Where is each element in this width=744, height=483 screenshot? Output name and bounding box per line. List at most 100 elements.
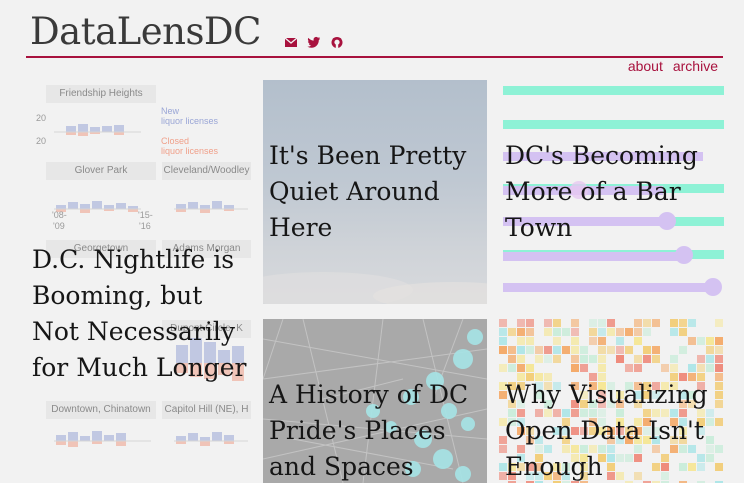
post-tile-nightlife[interactable]: Friendship Heights Glover Park Cleveland…	[26, 80, 251, 483]
post-title[interactable]: DC's Becoming More of a Bar Town	[505, 138, 717, 246]
heatmap-cell	[715, 364, 723, 372]
site-title[interactable]: DataLensDC	[30, 10, 261, 54]
heatmap-cell	[544, 346, 552, 354]
heatmap-cell	[688, 319, 696, 327]
neighborhood-label: Cleveland/Woodley	[162, 162, 251, 180]
legend-closed-label: Closed	[161, 136, 190, 146]
post-title[interactable]: It's Been Pretty Quiet Around Here	[269, 138, 481, 246]
heatmap-cell	[634, 364, 642, 372]
heatmap-cell	[679, 328, 687, 336]
heatmap-cell	[598, 319, 606, 327]
heatmap-cell	[652, 346, 660, 354]
heatmap-cell	[499, 319, 507, 327]
top-nav: about archive	[628, 56, 718, 76]
heatmap-cell	[526, 364, 534, 372]
heatmap-cell	[715, 319, 723, 327]
neighborhood-label: Downtown, Chinatown	[46, 401, 156, 419]
social-links	[284, 34, 344, 48]
heatmap-cell	[625, 346, 633, 354]
heatmap-cell	[643, 319, 651, 327]
site-header: DataLensDC	[26, 0, 723, 58]
heatmap-cell	[652, 319, 660, 327]
heatmap-cell	[643, 328, 651, 336]
heatmap-cell	[589, 355, 597, 363]
heatmap-cell	[670, 319, 678, 327]
heatmap-cell	[706, 337, 714, 345]
heatmap-cell	[544, 355, 552, 363]
post-tile-open-data[interactable]: Why Visualizing Open Data Isn't Enough	[499, 319, 724, 483]
heatmap-cell	[553, 346, 561, 354]
y-tick: 20	[36, 113, 47, 123]
heatmap-cell	[517, 355, 525, 363]
nav-archive-link[interactable]: archive	[673, 56, 718, 76]
heatmap-cell	[697, 364, 705, 372]
heatmap-cell	[499, 328, 507, 336]
post-tile-quiet[interactable]: It's Been Pretty Quiet Around Here	[263, 80, 487, 304]
heatmap-cell	[517, 319, 525, 327]
heatmap-cell	[508, 346, 516, 354]
heatmap-cell	[508, 328, 516, 336]
heatmap-cell	[544, 319, 552, 327]
heatmap-cell	[598, 346, 606, 354]
nav-about-link[interactable]: about	[628, 56, 663, 76]
heatmap-cell	[616, 355, 624, 363]
heatmap-cell	[571, 337, 579, 345]
heatmap-cell	[499, 337, 507, 345]
post-tile-bar-town[interactable]: DC's Becoming More of a Bar Town	[499, 80, 724, 304]
github-icon[interactable]	[330, 34, 344, 48]
heatmap-cell	[562, 328, 570, 336]
page: DataLensDC about archive Friendship Heig…	[0, 0, 744, 483]
post-title[interactable]: A History of DC Pride's Places and Space…	[269, 377, 481, 483]
heatmap-cell	[625, 364, 633, 372]
post-tile-pride[interactable]: A History of DC Pride's Places and Space…	[263, 319, 487, 483]
heatmap-cell	[526, 337, 534, 345]
heatmap-cell	[616, 328, 624, 336]
twitter-icon[interactable]	[307, 34, 321, 48]
heatmap-cell	[634, 328, 642, 336]
legend-new-label-2: liquor licenses	[161, 116, 219, 126]
heatmap-cell	[517, 328, 525, 336]
heatmap-cell	[499, 364, 507, 372]
heatmap-cell	[661, 364, 669, 372]
heatmap-cell	[517, 337, 525, 345]
heatmap-cell	[589, 337, 597, 345]
heatmap-cell	[598, 337, 606, 345]
heatmap-cell	[544, 328, 552, 336]
heatmap-cell	[598, 328, 606, 336]
heatmap-cell	[526, 328, 534, 336]
heatmap-cell	[571, 355, 579, 363]
legend-new: New liquor licenses	[161, 106, 218, 126]
heatmap-cell	[706, 346, 714, 354]
legend-new-label: New	[161, 106, 180, 116]
neighborhood-label: Friendship Heights	[46, 85, 156, 103]
heatmap-cell	[580, 346, 588, 354]
heatmap-cell	[571, 364, 579, 372]
y-tick: 20	[36, 136, 47, 146]
post-title[interactable]: D.C. Nightlife is Booming, but Not Neces…	[32, 242, 251, 386]
post-title[interactable]: Why Visualizing Open Data Isn't Enough	[505, 377, 723, 483]
heatmap-cell	[634, 337, 642, 345]
heatmap-cell	[652, 355, 660, 363]
heatmap-cell	[670, 328, 678, 336]
x-tick: '16	[139, 221, 151, 231]
heatmap-cell	[580, 364, 588, 372]
heatmap-cell	[670, 364, 678, 372]
heatmap-cell	[553, 319, 561, 327]
x-tick: '09	[53, 221, 65, 231]
heatmap-cell	[526, 346, 534, 354]
heatmap-cell	[697, 355, 705, 363]
heatmap-cell	[688, 337, 696, 345]
heatmap-cell	[715, 337, 723, 345]
heatmap-cell	[598, 355, 606, 363]
heatmap-cell	[526, 319, 534, 327]
heatmap-cell	[499, 346, 507, 354]
heatmap-cell	[580, 355, 588, 363]
heatmap-cell	[715, 346, 723, 354]
legend-closed: Closed liquor licenses	[161, 136, 218, 156]
heatmap-cell	[571, 319, 579, 327]
heatmap-cell	[607, 346, 615, 354]
heatmap-cell	[616, 346, 624, 354]
heatmap-cell	[607, 319, 615, 327]
heatmap-cell	[553, 355, 561, 363]
envelope-icon[interactable]	[284, 34, 298, 48]
